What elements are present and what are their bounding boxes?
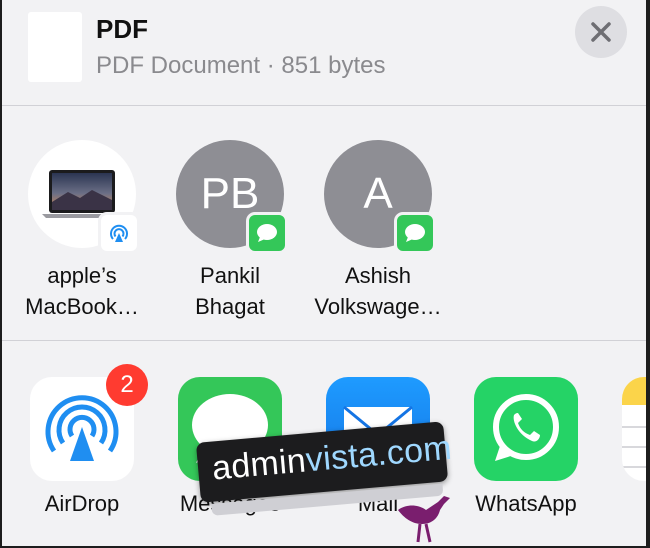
person-ashish-volkswagen[interactable]: A Ashish Volkswage… — [308, 140, 448, 322]
avatar: A — [324, 140, 436, 254]
app-label: N — [620, 491, 646, 517]
notes-app-icon — [622, 377, 646, 481]
whatsapp-icon — [493, 394, 559, 461]
file-meta: PDF Document · 851 bytes — [96, 52, 386, 79]
person-name: Ashish Volkswage… — [314, 263, 442, 319]
close-button[interactable] — [575, 6, 627, 58]
file-name: PDF — [96, 14, 148, 44]
app-whatsapp[interactable]: WhatsApp — [472, 377, 580, 517]
person-name: apple’s MacBook… — [25, 263, 139, 319]
messages-icon — [257, 224, 277, 242]
avatar-initials: A — [363, 169, 393, 218]
notification-count-badge: 2 — [106, 364, 148, 406]
airdrop-icon — [110, 224, 128, 242]
bird-icon — [398, 496, 450, 543]
avatar-initials: PB — [200, 169, 260, 218]
whatsapp-app-icon — [474, 377, 578, 481]
divider — [2, 340, 646, 341]
app-notes[interactable]: N — [620, 377, 646, 517]
messages-badge — [246, 212, 288, 254]
app-label: WhatsApp — [475, 491, 577, 516]
airdrop-badge — [98, 212, 140, 254]
notes-icon — [622, 377, 646, 468]
messages-badge — [394, 212, 436, 254]
avatar — [28, 140, 140, 254]
person-apples-macbook[interactable]: apple’s MacBook… — [12, 140, 152, 322]
person-pankil-bhagat[interactable]: PB Pankil Bhagat — [160, 140, 300, 322]
app-label: AirDrop — [44, 491, 120, 516]
divider — [2, 105, 646, 106]
person-name: Pankil Bhagat — [195, 263, 265, 319]
share-sheet: PDF PDF Document · 851 bytes apple’s Mac… — [2, 0, 646, 546]
avatar: PB — [176, 140, 288, 254]
file-thumbnail — [28, 12, 82, 82]
messages-icon — [405, 224, 425, 242]
close-icon — [591, 22, 611, 42]
